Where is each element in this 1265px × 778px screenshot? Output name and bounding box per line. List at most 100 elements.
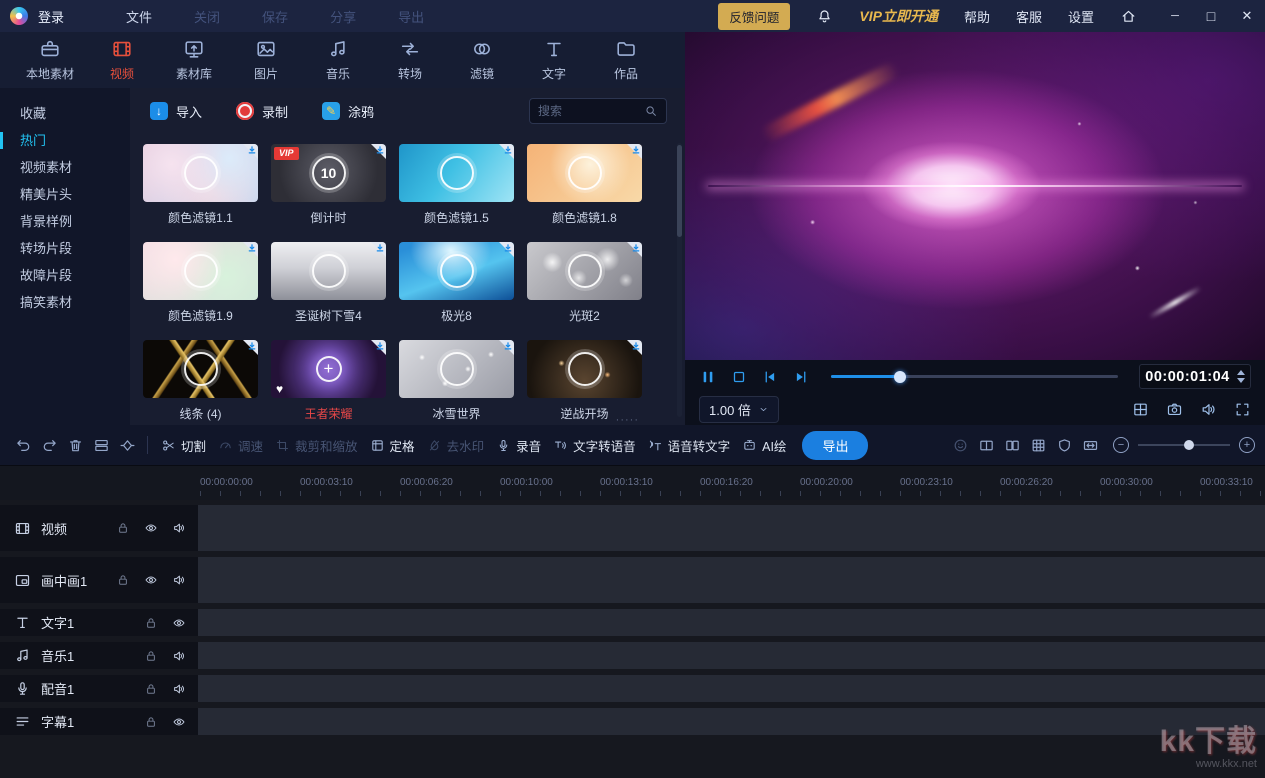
download-icon[interactable]: [503, 243, 513, 253]
redo-button[interactable]: [36, 432, 62, 458]
media-action-button[interactable]: 涂鸦: [322, 102, 374, 121]
dual-page-button[interactable]: [999, 432, 1025, 458]
eye-toggle[interactable]: [172, 715, 186, 729]
video-preview[interactable]: [685, 32, 1265, 360]
stop-button[interactable]: [730, 368, 748, 386]
timeline-ruler[interactable]: 00:00:00:00 00:00:03:10 00:00:06:20 00:00:1…: [0, 465, 1265, 500]
track-lane[interactable]: [198, 675, 1265, 702]
volume-button[interactable]: [1200, 401, 1217, 418]
home-button[interactable]: [1120, 8, 1137, 25]
keyframe-button[interactable]: [114, 432, 140, 458]
lock-toggle[interactable]: [144, 682, 158, 696]
timecode-stepper[interactable]: [1236, 370, 1245, 383]
track-header[interactable]: 画中画1: [0, 557, 198, 603]
track-lane[interactable]: [198, 642, 1265, 669]
split-screen-button[interactable]: [1132, 401, 1149, 418]
seek-knob[interactable]: [893, 370, 906, 383]
lock-toggle[interactable]: [144, 616, 158, 630]
ribbon-tab[interactable]: 音乐: [306, 38, 370, 82]
media-action-button[interactable]: 导入: [150, 102, 202, 121]
toolbar-button[interactable]: 调速: [218, 436, 263, 455]
step-down-icon[interactable]: [1236, 378, 1245, 383]
expand-horizontal-button[interactable]: [1077, 432, 1103, 458]
next-frame-button[interactable]: [792, 368, 810, 386]
eye-toggle[interactable]: [172, 616, 186, 630]
maximize-button[interactable]: [1203, 8, 1219, 24]
media-item[interactable]: 线条 (4): [143, 340, 258, 422]
download-icon[interactable]: [631, 341, 641, 351]
pause-button[interactable]: [699, 368, 717, 386]
search-input[interactable]: [538, 104, 644, 118]
media-item[interactable]: 圣诞树下雪4: [271, 242, 386, 324]
zoom-slider[interactable]: [1138, 440, 1230, 450]
track-lane[interactable]: [198, 609, 1265, 636]
track-header[interactable]: 字幕1: [0, 708, 198, 735]
notification-bell-icon[interactable]: [816, 8, 833, 25]
toolbar-button[interactable]: 定格: [370, 436, 415, 455]
ribbon-tab[interactable]: 图片: [234, 38, 298, 82]
favorite-heart-icon[interactable]: [276, 382, 283, 396]
search-icon[interactable]: [644, 104, 658, 118]
media-item[interactable]: VIP 10 倒计时: [271, 144, 386, 226]
media-item[interactable]: 极光8: [399, 242, 514, 324]
titlebar-link[interactable]: 帮助: [964, 7, 990, 26]
media-item[interactable]: 光斑2: [527, 242, 642, 324]
speaker-toggle[interactable]: [172, 649, 186, 663]
media-item[interactable]: 颜色滤镜1.1: [143, 144, 258, 226]
media-item[interactable]: 颜色滤镜1.9: [143, 242, 258, 324]
fullscreen-button[interactable]: [1234, 401, 1251, 418]
media-item[interactable]: 冰雪世界: [399, 340, 514, 422]
sidebar-item[interactable]: 背景样例: [0, 208, 130, 235]
sidebar-item[interactable]: 视频素材: [0, 154, 130, 181]
close-button[interactable]: [1239, 8, 1255, 24]
delete-button[interactable]: [62, 432, 88, 458]
download-icon[interactable]: [247, 145, 257, 155]
zoom-out-button[interactable]: [1113, 437, 1129, 453]
download-icon[interactable]: [631, 243, 641, 253]
sidebar-item[interactable]: 搞笑素材: [0, 289, 130, 316]
media-scrollbar[interactable]: [677, 143, 682, 417]
track-header[interactable]: 视频: [0, 505, 198, 551]
zoom-knob[interactable]: [1184, 440, 1194, 450]
eye-toggle[interactable]: [144, 521, 158, 535]
toolbar-button[interactable]: 去水印: [427, 436, 484, 455]
prev-frame-button[interactable]: [761, 368, 779, 386]
lock-toggle[interactable]: [144, 715, 158, 729]
download-icon[interactable]: [247, 243, 257, 253]
zoom-in-button[interactable]: [1239, 437, 1255, 453]
toolbar-button[interactable]: 裁剪和缩放: [275, 436, 358, 455]
download-icon[interactable]: [375, 243, 385, 253]
track-lane[interactable]: [198, 557, 1265, 603]
menu-item[interactable]: 导出: [398, 7, 424, 26]
track-lane[interactable]: [198, 708, 1265, 735]
track-lane[interactable]: [198, 505, 1265, 551]
toolbar-button[interactable]: AI绘: [742, 436, 786, 455]
sidebar-item[interactable]: 故障片段: [0, 262, 130, 289]
menu-item[interactable]: 分享: [330, 7, 356, 26]
login-button[interactable]: 登录: [38, 7, 64, 26]
titlebar-link[interactable]: 设置: [1068, 7, 1094, 26]
download-icon[interactable]: [503, 145, 513, 155]
lock-toggle[interactable]: [116, 573, 130, 587]
media-item[interactable]: 颜色滤镜1.5: [399, 144, 514, 226]
lock-toggle[interactable]: [144, 649, 158, 663]
toolbar-button[interactable]: 录音: [496, 436, 541, 455]
ribbon-tab[interactable]: 素材库: [162, 38, 226, 82]
speaker-toggle[interactable]: [172, 682, 186, 696]
toolbar-button[interactable]: 语音转文字: [648, 436, 730, 455]
speed-dropdown[interactable]: 1.00 倍: [699, 395, 779, 423]
download-icon[interactable]: [247, 341, 257, 351]
ribbon-tab[interactable]: 文字: [522, 38, 586, 82]
eye-toggle[interactable]: [144, 573, 158, 587]
lock-toggle[interactable]: [116, 521, 130, 535]
download-icon[interactable]: [631, 145, 641, 155]
menu-item[interactable]: 关闭: [194, 7, 220, 26]
track-header[interactable]: 配音1: [0, 675, 198, 702]
export-button[interactable]: 导出: [802, 430, 869, 460]
toolbar-button[interactable]: 切割: [161, 436, 206, 455]
sidebar-item[interactable]: 热门: [0, 127, 130, 154]
feedback-button[interactable]: 反馈问题: [718, 2, 791, 30]
ribbon-tab[interactable]: 本地素材: [18, 38, 82, 82]
ribbon-tab[interactable]: 滤镜: [450, 38, 514, 82]
speaker-toggle[interactable]: [172, 573, 186, 587]
